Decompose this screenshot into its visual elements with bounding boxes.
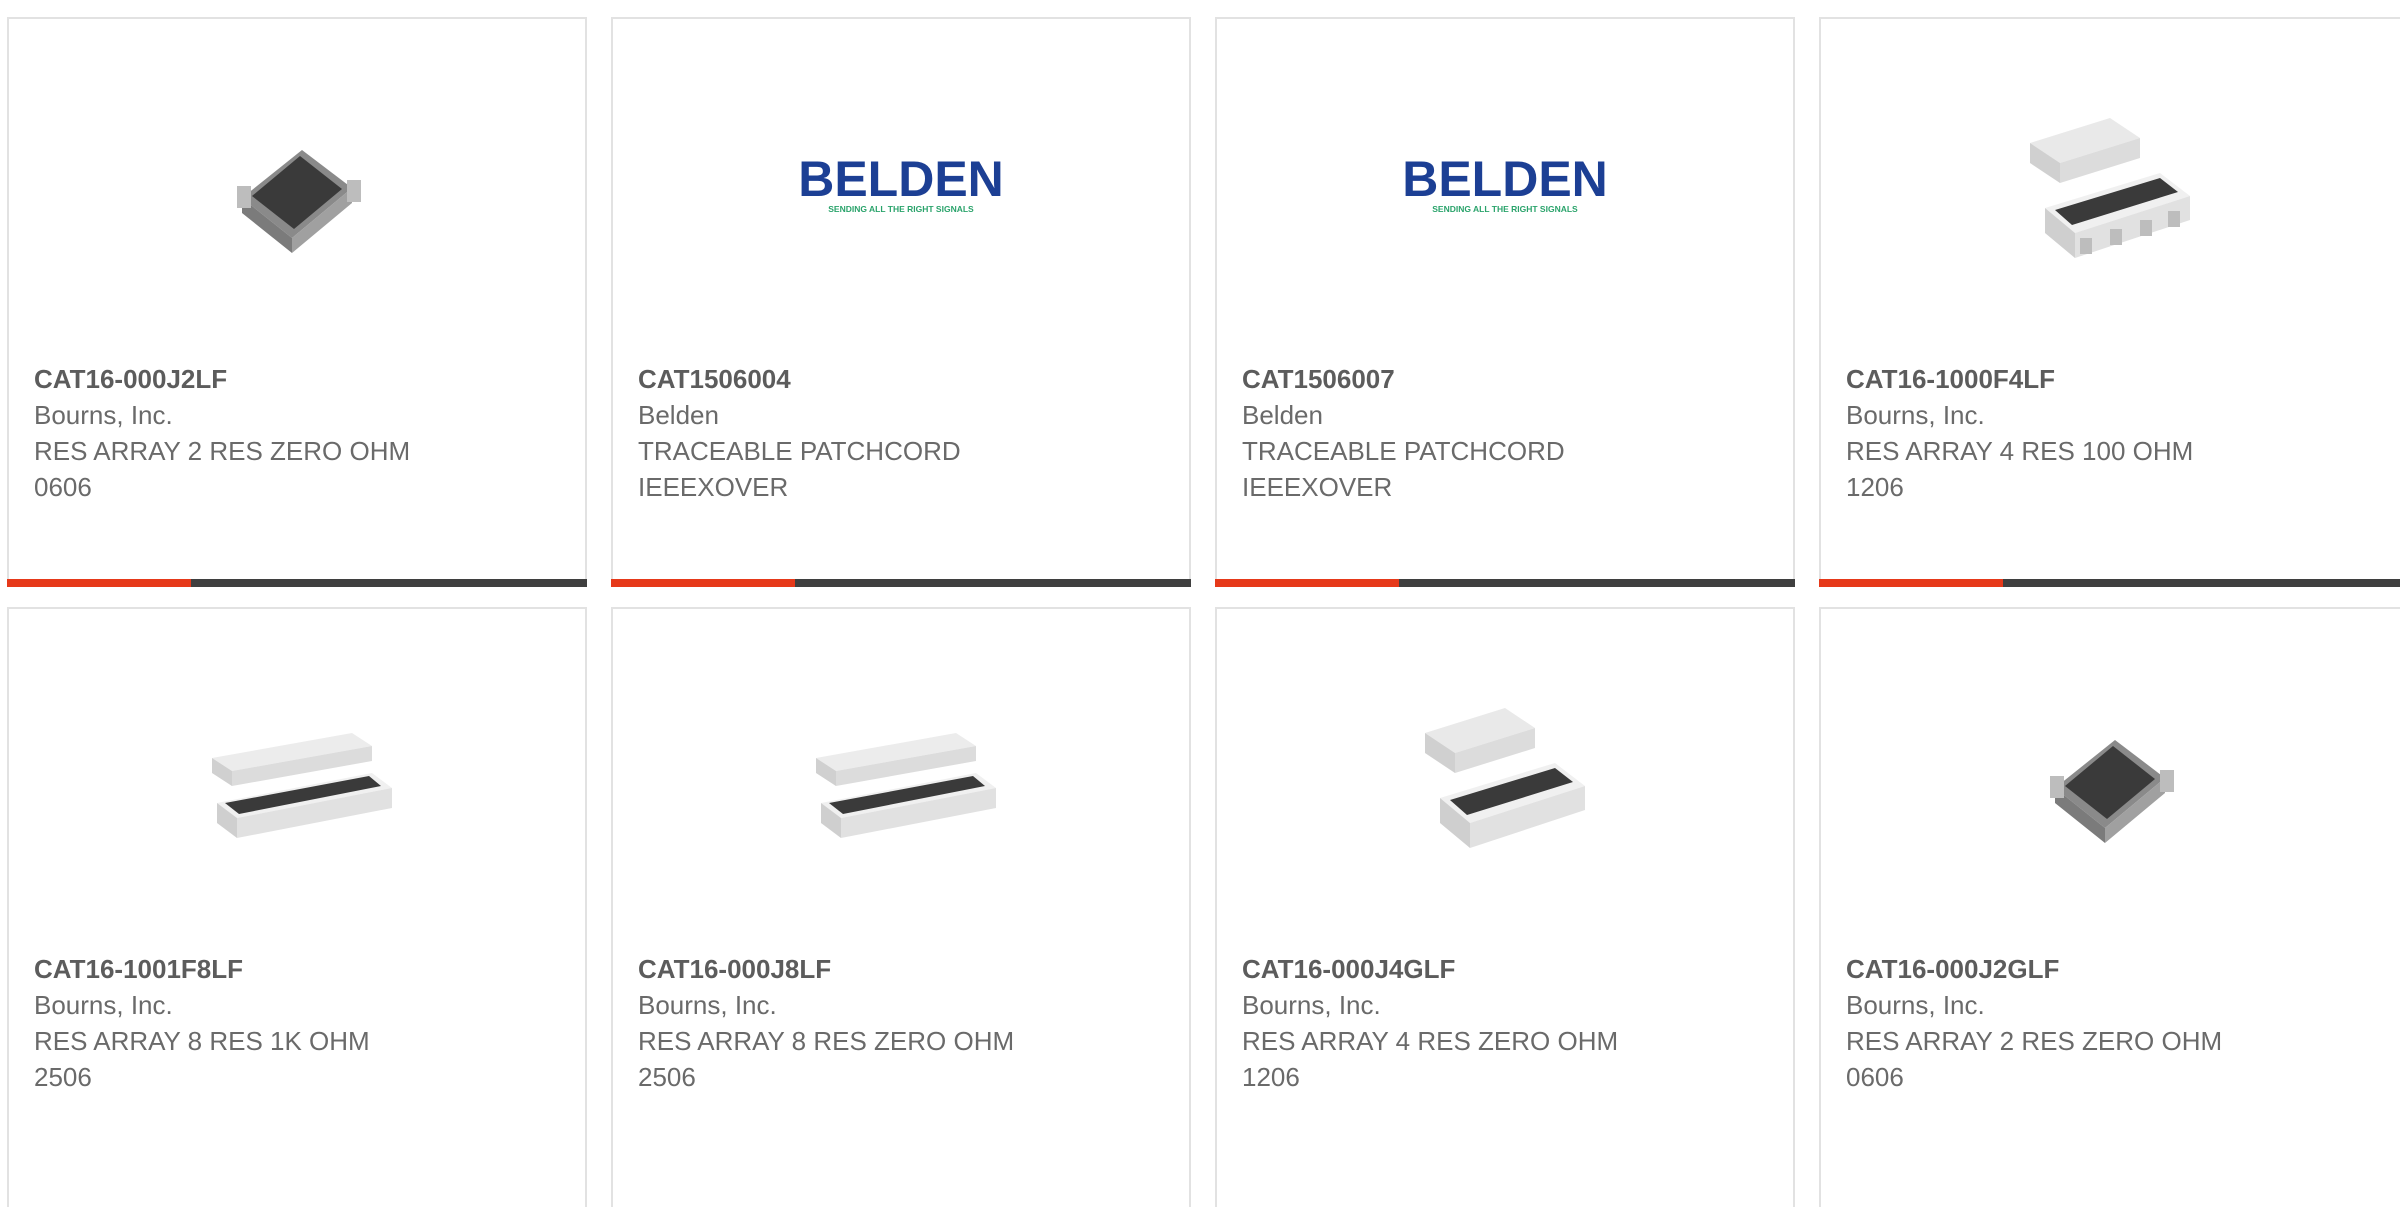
svg-text:SENDING ALL THE RIGHT SIGNALS: SENDING ALL THE RIGHT SIGNALS [828,204,974,214]
card-footer-bar [7,579,587,587]
manufacturer: Belden [638,400,719,430]
svg-text:SENDING ALL THE RIGHT SIGNALS: SENDING ALL THE RIGHT SIGNALS [1432,204,1578,214]
product-image[interactable] [1405,678,1605,878]
product-image[interactable] [197,678,397,878]
part-number[interactable]: CAT1506007 [1242,361,1702,397]
card-accent-bar [1215,579,1399,587]
part-number[interactable]: CAT16-000J4GLF [1242,951,1702,987]
description: RES ARRAY 2 RES ZERO OHM 0606 [1846,1026,2223,1092]
manufacturer: Bourns, Inc. [34,400,173,430]
svg-text:BELDEN: BELDEN [1405,151,1605,207]
res-array-2-image [237,150,361,253]
res-array-8-image [816,733,996,838]
part-number[interactable]: CAT16-1001F8LF [34,951,494,987]
product-image[interactable]: BELDEN SENDING ALL THE RIGHT SIGNALS [801,88,1001,288]
product-image[interactable]: BELDEN SENDING ALL THE RIGHT SIGNALS [1405,88,1605,288]
product-image[interactable] [197,88,397,288]
product-card[interactable]: CAT16-000J4GLF Bourns, Inc. RES ARRAY 4 … [1215,607,1795,1207]
product-card[interactable]: CAT16-000J8LF Bourns, Inc. RES ARRAY 8 R… [611,607,1191,1207]
description: RES ARRAY 4 RES ZERO OHM 1206 [1242,1026,1619,1092]
description: RES ARRAY 8 RES 1K OHM 2506 [34,1026,370,1092]
product-card[interactable]: CAT16-1001F8LF Bourns, Inc. RES ARRAY 8 … [7,607,587,1207]
part-number[interactable]: CAT1506004 [638,361,1098,397]
belden-logo-icon: BELDEN SENDING ALL THE RIGHT SIGNALS [801,151,1001,214]
part-number[interactable]: CAT16-000J2GLF [1846,951,2306,987]
card-footer-bar [1215,579,1795,587]
product-image[interactable] [2010,678,2210,878]
svg-text:BELDEN: BELDEN [801,151,1001,207]
belden-logo-icon: BELDEN SENDING ALL THE RIGHT SIGNALS [1405,151,1605,214]
res-array-4-image [2030,118,2190,258]
res-array-4-image [1425,708,1585,848]
product-image[interactable] [2010,88,2210,288]
part-number[interactable]: CAT16-000J8LF [638,951,1098,987]
description: RES ARRAY 4 RES 100 OHM 1206 [1846,436,2194,502]
product-card[interactable]: BELDEN SENDING ALL THE RIGHT SIGNALS CAT… [1215,17,1795,587]
description: RES ARRAY 2 RES ZERO OHM 0606 [34,436,411,502]
card-footer-bar [611,579,1191,587]
description: RES ARRAY 8 RES ZERO OHM 2506 [638,1026,1015,1092]
part-number[interactable]: CAT16-000J2LF [34,361,494,397]
product-card[interactable]: CAT16-1000F4LF Bourns, Inc. RES ARRAY 4 … [1819,17,2400,587]
manufacturer: Bourns, Inc. [1242,990,1381,1020]
description: TRACEABLE PATCHCORD IEEEXOVER [638,436,961,502]
manufacturer: Bourns, Inc. [34,990,173,1020]
card-accent-bar [611,579,795,587]
card-accent-bar [1819,579,2003,587]
product-grid: CAT16-000J2LF Bourns, Inc. RES ARRAY 2 R… [0,0,2400,1207]
res-array-2-image [2050,740,2174,843]
card-accent-bar [7,579,191,587]
manufacturer: Bourns, Inc. [638,990,777,1020]
product-card[interactable]: CAT16-000J2LF Bourns, Inc. RES ARRAY 2 R… [7,17,587,587]
part-number[interactable]: CAT16-1000F4LF [1846,361,2306,397]
product-card[interactable]: BELDEN SENDING ALL THE RIGHT SIGNALS CAT… [611,17,1191,587]
product-image[interactable] [801,678,1001,878]
manufacturer: Belden [1242,400,1323,430]
manufacturer: Bourns, Inc. [1846,990,1985,1020]
res-array-8-image [212,733,392,838]
manufacturer: Bourns, Inc. [1846,400,1985,430]
description: TRACEABLE PATCHCORD IEEEXOVER [1242,436,1565,502]
card-footer-bar [1819,579,2400,587]
product-card[interactable]: CAT16-000J2GLF Bourns, Inc. RES ARRAY 2 … [1819,607,2400,1207]
